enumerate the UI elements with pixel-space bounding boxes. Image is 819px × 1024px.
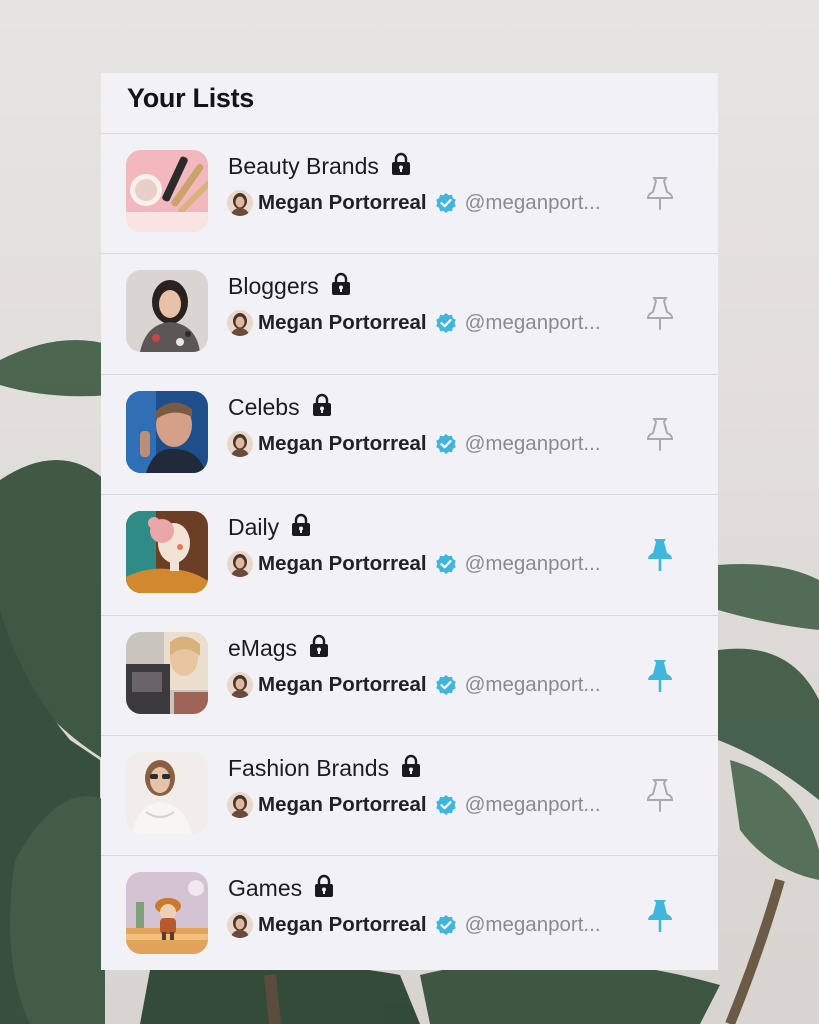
list-name: Fashion Brands xyxy=(228,754,390,781)
list-name: eMags xyxy=(228,634,298,661)
list-item[interactable]: Daily Megan Portorreal @meganport... xyxy=(101,495,718,616)
list-owner-line: Megan Portorreal @meganport... xyxy=(227,912,601,939)
owner-name: Megan Portorreal xyxy=(258,913,427,937)
list-thumbnail xyxy=(126,872,208,955)
list-owner-line: Megan Portorreal @meganport... xyxy=(227,671,601,698)
list-title-line: Games xyxy=(228,874,336,903)
list-item[interactable]: Beauty Brands Megan Portorreal @meganpor… xyxy=(101,134,718,255)
list-title-line: eMags xyxy=(228,634,331,663)
verified-badge-icon xyxy=(435,192,457,214)
avatar xyxy=(227,551,253,578)
list-title-line: Celebs xyxy=(228,393,334,422)
lock-icon xyxy=(289,513,313,542)
verified-badge-icon xyxy=(435,433,457,455)
owner-name: Megan Portorreal xyxy=(258,311,427,335)
avatar xyxy=(227,912,253,939)
list-thumbnail xyxy=(126,150,208,232)
list-item[interactable]: Celebs Megan Portorreal @meganport... xyxy=(101,375,718,496)
lock-icon xyxy=(312,874,336,903)
lock-icon xyxy=(399,754,423,783)
verified-badge-icon xyxy=(435,674,457,696)
pin-icon[interactable] xyxy=(646,778,674,812)
owner-name: Megan Portorreal xyxy=(258,552,427,576)
lock-icon xyxy=(310,393,334,422)
lock-icon xyxy=(307,634,331,663)
pin-icon[interactable] xyxy=(646,417,674,451)
list-name: Games xyxy=(228,875,303,902)
owner-handle: @meganport... xyxy=(464,431,601,455)
owner-handle: @meganport... xyxy=(464,311,601,335)
list-name: Celebs xyxy=(228,393,300,420)
owner-name: Megan Portorreal xyxy=(258,792,427,816)
list-title-line: Fashion Brands xyxy=(228,754,423,783)
list-title-line: Daily xyxy=(228,513,313,542)
lock-icon xyxy=(389,152,413,181)
owner-name: Megan Portorreal xyxy=(258,191,427,214)
verified-badge-icon xyxy=(435,553,457,575)
avatar xyxy=(227,430,253,457)
pin-icon[interactable] xyxy=(646,537,674,572)
lock-icon xyxy=(329,272,353,301)
list-item[interactable]: Games Megan Portorreal @meganport... xyxy=(101,856,718,970)
list-name: Bloggers xyxy=(228,273,319,300)
avatar xyxy=(227,671,253,698)
verified-badge-icon xyxy=(435,794,457,816)
pin-icon[interactable] xyxy=(646,658,674,692)
list-owner-line: Megan Portorreal @meganport... xyxy=(227,551,601,578)
list-thumbnail xyxy=(126,511,208,594)
list-thumbnail xyxy=(126,390,208,473)
list-thumbnail xyxy=(126,270,208,353)
list-title-line: Bloggers xyxy=(228,272,353,301)
avatar xyxy=(227,310,253,337)
owner-name: Megan Portorreal xyxy=(258,672,427,696)
avatar xyxy=(227,190,253,216)
owner-handle: @meganport... xyxy=(464,191,601,214)
list-name: Beauty Brands xyxy=(228,153,379,179)
list-thumbnail xyxy=(126,631,208,714)
list-thumbnail xyxy=(126,751,208,834)
list-rows: Beauty Brands Megan Portorreal @meganpor… xyxy=(101,134,718,970)
verified-badge-icon xyxy=(435,312,457,334)
verified-badge-icon xyxy=(435,914,457,936)
pin-icon[interactable] xyxy=(646,898,674,933)
list-owner-line: Megan Portorreal @meganport... xyxy=(227,791,601,818)
list-title-line: Beauty Brands xyxy=(228,152,413,181)
list-owner-line: Megan Portorreal @meganport... xyxy=(227,190,601,216)
pin-icon[interactable] xyxy=(646,296,674,331)
page-title: Your Lists xyxy=(127,83,255,113)
list-item[interactable]: eMags Megan Portorreal @meganport... xyxy=(101,616,718,736)
pin-icon[interactable] xyxy=(646,176,674,210)
list-owner-line: Megan Portorreal @meganport... xyxy=(227,310,601,337)
avatar xyxy=(227,791,253,818)
owner-handle: @meganport... xyxy=(464,792,601,816)
list-owner-line: Megan Portorreal @meganport... xyxy=(227,430,601,457)
owner-handle: @meganport... xyxy=(464,672,601,696)
list-item[interactable]: Fashion Brands Megan Portorreal @meganpo… xyxy=(101,736,718,857)
owner-handle: @meganport... xyxy=(464,913,601,937)
lists-panel: Your Lists Beauty Brands Megan Portorrea… xyxy=(101,73,718,970)
list-name: Daily xyxy=(228,514,280,541)
list-item[interactable]: Bloggers Megan Portorreal @meganport... xyxy=(101,254,718,375)
lists-header: Your Lists xyxy=(101,73,718,134)
owner-handle: @meganport... xyxy=(464,552,601,576)
owner-name: Megan Portorreal xyxy=(258,431,427,455)
